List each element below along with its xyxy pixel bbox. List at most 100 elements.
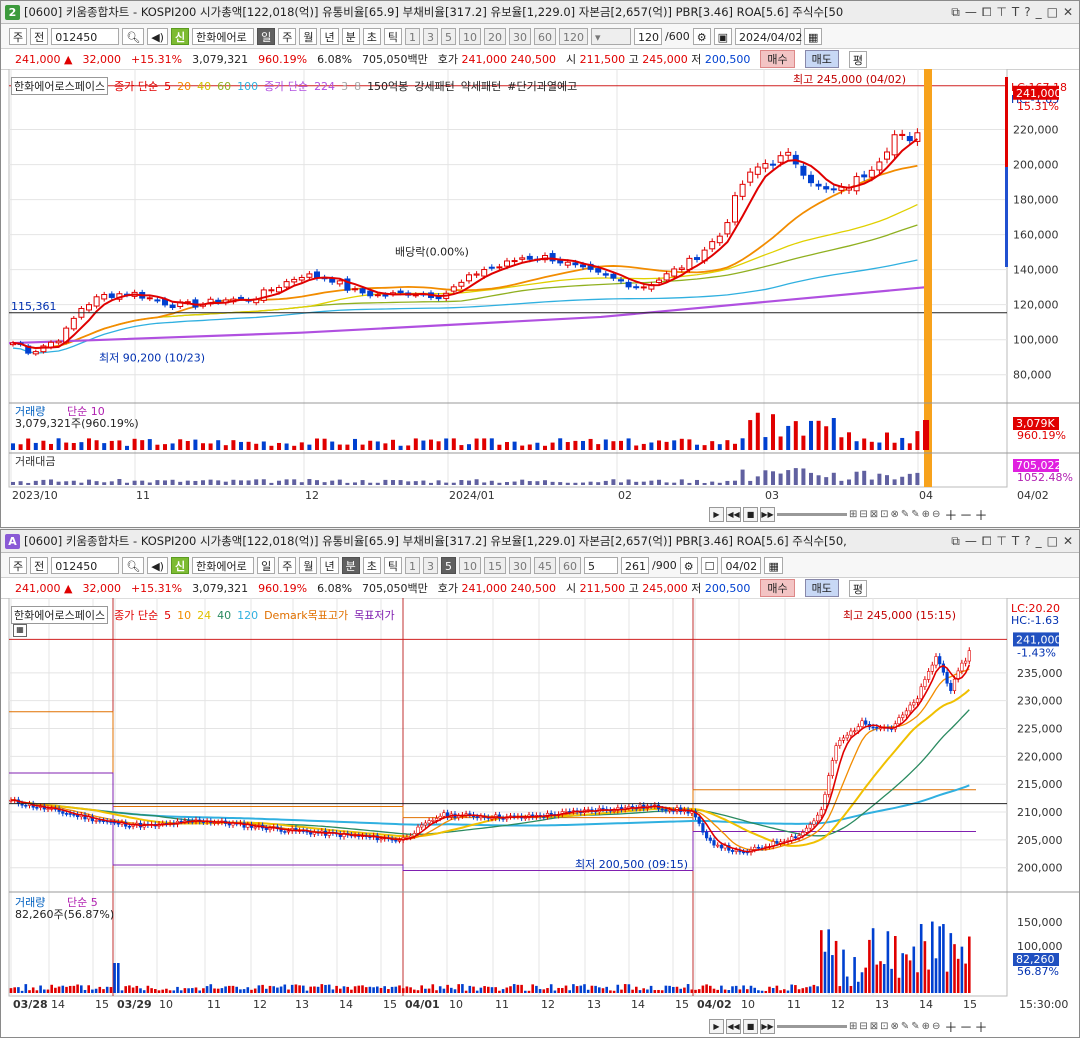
help-icon[interactable]: ? — [1024, 534, 1030, 549]
pin-icon[interactable]: ⊤ — [996, 5, 1006, 20]
stock-code-input[interactable]: 012450 — [51, 556, 120, 574]
interval-3[interactable]: 3 — [422, 27, 438, 45]
stock-code-input[interactable]: 012450 — [51, 27, 120, 45]
indicator-icon[interactable]: ⚙ — [679, 556, 698, 574]
buy-button[interactable]: 매수 — [760, 579, 795, 597]
period-month[interactable]: 월 — [299, 27, 318, 45]
bar-count-input[interactable]: 120 — [633, 27, 662, 45]
pct-label: 15.31% — [1017, 100, 1059, 113]
speaker-icon[interactable]: ◀) — [147, 556, 168, 574]
stop-icon[interactable]: ■ — [743, 1018, 758, 1034]
restore-icon[interactable]: ⧠ — [982, 534, 992, 549]
interval-30[interactable]: 30 — [508, 27, 531, 45]
period-week[interactable]: 주 — [278, 27, 297, 45]
sell-button[interactable]: 매도 — [804, 579, 839, 597]
period-tick[interactable]: 틱 — [383, 27, 402, 45]
interval-45[interactable]: 45 — [533, 556, 556, 574]
zoom-out-icon[interactable]: － — [959, 1017, 972, 1036]
interval-15[interactable]: 15 — [483, 556, 506, 574]
grid-table-icon[interactable]: ▦ — [13, 624, 27, 637]
period-day[interactable]: 일 — [257, 27, 276, 45]
maximize-icon[interactable]: □ — [1047, 5, 1058, 20]
period-month[interactable]: 월 — [299, 556, 318, 574]
interval-20[interactable]: 20 — [483, 27, 506, 45]
interval-5[interactable]: 5 — [440, 556, 456, 574]
candle-body — [610, 273, 617, 279]
min-icon[interactable]: _ — [1036, 534, 1042, 549]
zoom-out-icon[interactable]: － — [959, 505, 972, 524]
prefix-button[interactable]: 전 — [30, 27, 49, 45]
calendar-icon[interactable]: ▦ — [803, 27, 823, 45]
interval-dropdown[interactable]: ▾ — [590, 27, 631, 45]
add-icon[interactable]: ＋ — [974, 1017, 987, 1036]
period-week[interactable]: 주 — [278, 556, 297, 574]
volume-bar — [277, 442, 281, 450]
flat-button[interactable]: 평 — [848, 579, 868, 597]
flat-button[interactable]: 평 — [848, 50, 868, 68]
zoom-slider[interactable] — [777, 512, 847, 516]
checkbox-icon[interactable]: ☐ — [700, 556, 719, 574]
interval-10[interactable]: 10 — [458, 556, 481, 574]
stop-icon[interactable]: ■ — [743, 506, 758, 522]
restore-icon[interactable]: ⧠ — [982, 5, 992, 20]
fast-forward-icon[interactable]: ▶▶ — [760, 506, 775, 522]
interval-3[interactable]: 3 — [422, 556, 438, 574]
chart-type-select[interactable]: 주 — [9, 556, 28, 574]
buy-button[interactable]: 매수 — [760, 50, 795, 68]
zoom-in-icon[interactable]: ＋ — [944, 505, 957, 524]
prefix-button[interactable]: 전 — [30, 556, 49, 574]
interval-1[interactable]: 1 — [404, 556, 420, 574]
minimize-icon[interactable]: — — [965, 534, 977, 549]
interval-60[interactable]: 60 — [558, 556, 581, 574]
add-icon[interactable]: ＋ — [974, 505, 987, 524]
sell-button[interactable]: 매도 — [804, 50, 839, 68]
period-year[interactable]: 년 — [320, 556, 339, 574]
font-icon[interactable]: T — [1012, 534, 1019, 549]
speaker-icon[interactable]: ◀) — [147, 27, 168, 45]
bar-count-input[interactable]: 261 — [620, 556, 649, 574]
font-icon[interactable]: T — [1012, 5, 1019, 20]
minute-dropdown[interactable]: 5 — [583, 556, 618, 574]
period-day[interactable]: 일 — [257, 556, 276, 574]
interval-5[interactable]: 5 — [440, 27, 456, 45]
daily-chart-area[interactable]: 220,000 200,000 180,000 160,000 140,000 120,0… — [1, 69, 1079, 509]
period-second[interactable]: 초 — [362, 556, 381, 574]
zoom-slider[interactable] — [777, 1024, 847, 1028]
rewind-icon[interactable]: ◀◀ — [726, 506, 741, 522]
interval-120[interactable]: 120 — [558, 27, 588, 45]
fast-forward-icon[interactable]: ▶▶ — [760, 1018, 775, 1034]
zoom-in-icon[interactable]: ＋ — [944, 1017, 957, 1036]
interval-30[interactable]: 30 — [508, 556, 531, 574]
period-second[interactable]: 초 — [362, 27, 381, 45]
period-minute[interactable]: 분 — [341, 27, 360, 45]
interval-60[interactable]: 60 — [533, 27, 556, 45]
maximize-icon[interactable]: □ — [1047, 534, 1058, 549]
period-year[interactable]: 년 — [320, 27, 339, 45]
period-tick[interactable]: 틱 — [383, 556, 402, 574]
search-icon[interactable]: 🔍︎ — [122, 27, 145, 45]
chart-tools-icons[interactable]: ⊞⊟⊠⊡⊗✎✎⊕⊖ — [849, 1021, 942, 1032]
save-icon[interactable]: ▣ — [713, 27, 732, 45]
pin-icon[interactable]: ⊤ — [996, 534, 1006, 549]
date-input[interactable]: 04/02 — [721, 556, 762, 574]
rewind-icon[interactable]: ◀◀ — [726, 1018, 741, 1034]
indicator-icon[interactable]: ⚙ — [692, 27, 711, 45]
min-icon[interactable]: _ — [1036, 5, 1042, 20]
search-icon[interactable]: 🔍︎ — [122, 556, 145, 574]
link-icon[interactable]: ⧉ — [951, 5, 960, 20]
chart-type-select[interactable]: 주 — [9, 27, 28, 45]
chart-tools-icons[interactable]: ⊞⊟⊠⊡⊗✎✎⊕⊖ — [849, 509, 942, 520]
scroll-right-icon[interactable]: ▶ — [709, 1018, 724, 1034]
scroll-right-icon[interactable]: ▶ — [709, 506, 724, 522]
close-icon[interactable]: ✕ — [1063, 534, 1073, 549]
period-minute[interactable]: 분 — [341, 556, 360, 574]
close-icon[interactable]: ✕ — [1063, 5, 1073, 20]
help-icon[interactable]: ? — [1024, 5, 1030, 20]
link-icon[interactable]: ⧉ — [951, 534, 960, 549]
interval-10[interactable]: 10 — [458, 27, 481, 45]
interval-1[interactable]: 1 — [404, 27, 420, 45]
calendar-icon[interactable]: ▦ — [764, 556, 783, 574]
date-input[interactable]: 2024/04/02 — [734, 27, 802, 45]
minimize-icon[interactable]: — — [965, 5, 977, 20]
minute-chart-area[interactable]: 235,000 230,000 225,000 220,000 215,000 210,0… — [1, 598, 1079, 1016]
